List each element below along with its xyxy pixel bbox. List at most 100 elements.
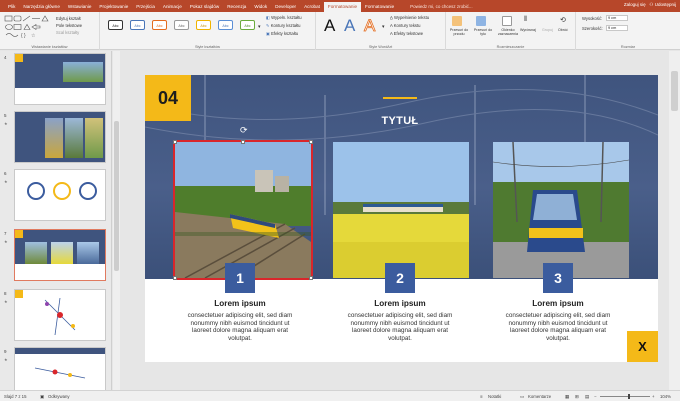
shape-style-swatch[interactable]: Abc <box>174 20 189 30</box>
wordart-style-outline[interactable]: A <box>364 16 376 36</box>
shape-style-swatch[interactable]: Abc <box>196 20 211 30</box>
tab-file[interactable]: Plik <box>4 2 19 12</box>
thumbnail-scroll-thumb[interactable] <box>114 121 119 271</box>
resize-handle[interactable] <box>309 276 313 280</box>
tab-animations[interactable]: Animacje <box>159 2 186 12</box>
share-icon: ⚇ <box>649 2 654 7</box>
slide-thumbnail-6[interactable] <box>14 169 106 221</box>
bring-forward-button[interactable]: Przesuń do przodu <box>448 28 470 36</box>
group-button[interactable]: Grupuj <box>542 28 553 32</box>
step-number-tile[interactable]: 2 <box>385 263 415 293</box>
notes-button[interactable]: Notatki <box>488 394 501 399</box>
language-indicator[interactable]: Odkrywany <box>48 394 70 399</box>
tell-me-search[interactable]: Powiedz mi, co chcesz zrobić... <box>410 2 473 12</box>
slide-thumbnail-9[interactable] <box>14 347 106 390</box>
shape-style-swatch[interactable]: Abc <box>152 20 167 30</box>
animation-star-icon: ★ <box>4 179 8 184</box>
share-button[interactable]: Udostępnij <box>655 2 676 7</box>
group-label-wordart: Style WordArt <box>368 45 393 49</box>
width-input[interactable]: 9 cm <box>606 25 628 31</box>
tab-developer[interactable]: Developer <box>271 2 300 12</box>
slide-vertical-scrollbar[interactable] <box>669 51 680 390</box>
slide-thumbnail-5[interactable] <box>14 111 106 163</box>
rotate-icon[interactable]: ⟲ <box>560 16 566 24</box>
slide-title[interactable]: TYTUŁ <box>345 115 455 127</box>
tab-home[interactable]: Narzędzia główne <box>19 2 64 12</box>
column-heading[interactable]: Lorem ipsum <box>165 299 315 308</box>
shape-fill-button[interactable]: ◧ Wypełn. kształtu <box>266 15 302 20</box>
resize-handle[interactable] <box>173 140 177 144</box>
photo-train-station[interactable] <box>493 142 629 278</box>
column-body-text[interactable]: consectetuer adipiscing elit, sed diam n… <box>165 312 315 342</box>
notes-icon[interactable]: ≡ <box>480 394 483 399</box>
text-outline-button[interactable]: A Kontury tekstu <box>390 23 421 28</box>
shape-style-swatch[interactable]: Abc <box>108 20 123 30</box>
height-input[interactable]: 9 cm <box>606 15 628 21</box>
step-number-tile[interactable]: 3 <box>543 263 573 293</box>
zoom-slider-thumb[interactable] <box>628 394 630 399</box>
styles-gallery-more-icon[interactable]: ▾ <box>258 24 261 30</box>
slide-scroll-thumb[interactable] <box>671 71 678 111</box>
column-heading[interactable]: Lorem ipsum <box>483 299 633 308</box>
text-effects-label: Efekty tekstowe <box>393 31 424 36</box>
text-fill-button[interactable]: A̲ Wypełnienie tekstu <box>390 15 429 20</box>
wordart-style-blue[interactable]: A <box>344 16 355 36</box>
text-effects-button[interactable]: A Efekty tekstowe <box>390 31 423 36</box>
zoom-in-icon[interactable]: + <box>652 394 655 399</box>
zoom-out-icon[interactable]: − <box>594 394 597 399</box>
text-box-button[interactable]: Pole tekstowe <box>56 23 82 28</box>
slide-thumbnail-4[interactable] <box>14 53 106 105</box>
column-body-text[interactable]: consectetuer adipiscing elit, sed diam n… <box>325 312 475 342</box>
wordart-gallery-more-icon[interactable]: ▾ <box>382 24 385 30</box>
zoom-slider[interactable] <box>600 396 650 397</box>
shape-style-swatch[interactable]: Abc <box>218 20 233 30</box>
selection-pane-icon[interactable] <box>502 16 512 26</box>
reading-view-icon[interactable]: ▤ <box>585 394 589 400</box>
spellcheck-icon[interactable]: ▣ <box>40 394 44 400</box>
shapes-gallery-icon[interactable]: { } ☆ <box>4 15 54 39</box>
shape-style-swatch[interactable]: Abc <box>130 20 145 30</box>
merge-shapes-button[interactable]: Scal kształty <box>56 30 79 35</box>
send-backward-button[interactable]: Przesuń do tyłu <box>472 28 494 36</box>
rotate-button[interactable]: Obróć <box>558 28 568 32</box>
tab-transitions[interactable]: Przejścia <box>132 2 159 12</box>
zoom-level[interactable]: 104% <box>660 394 671 399</box>
tab-insert[interactable]: Wstawianie <box>64 2 96 12</box>
send-backward-icon[interactable] <box>476 16 486 26</box>
shape-effects-button[interactable]: ▣ Efekty kształtu <box>266 31 298 36</box>
slide-thumbnail-7[interactable] <box>14 229 106 281</box>
step-number-tile[interactable]: 1 <box>225 263 255 293</box>
resize-handle[interactable] <box>241 140 245 144</box>
comments-icon[interactable]: ▭ <box>520 394 524 400</box>
close-x-badge[interactable]: X <box>627 331 658 362</box>
tab-design[interactable]: Projektowanie <box>95 2 132 12</box>
photo-train-tracks[interactable] <box>173 140 313 280</box>
bring-forward-icon[interactable] <box>452 16 462 26</box>
shape-style-swatch[interactable]: Abc <box>240 20 255 30</box>
normal-view-icon[interactable]: ▦ <box>565 394 569 400</box>
tab-format-picture[interactable]: Formatowanie <box>361 2 398 12</box>
shape-outline-button[interactable]: ✎ Kontury kształtu <box>266 23 300 28</box>
align-button[interactable]: Wyrównaj <box>520 28 536 32</box>
resize-handle[interactable] <box>173 276 177 280</box>
tab-view[interactable]: Widok <box>250 2 271 12</box>
tab-review[interactable]: Recenzja <box>223 2 250 12</box>
edit-shape-button[interactable]: Edytuj kształt <box>56 16 81 21</box>
sign-in-link[interactable]: Zaloguj się <box>624 2 646 7</box>
rotate-handle-icon[interactable]: ⟳ <box>240 125 248 136</box>
align-icon[interactable]: ⫴ <box>524 16 527 24</box>
tab-slideshow[interactable]: Pokaz slajdów <box>186 2 223 12</box>
slide-canvas[interactable]: 04 TYTUŁ ⟳ 1 2 3 Lorem ipsum consectetue… <box>145 75 658 362</box>
photo-rapeseed-field[interactable] <box>333 142 469 278</box>
comments-button[interactable]: Komentarze <box>528 394 551 399</box>
tab-acrobat[interactable]: Acrobat <box>300 2 324 12</box>
thumbnail-scrollbar[interactable] <box>113 51 120 390</box>
column-body-text[interactable]: consectetuer adipiscing elit, sed diam n… <box>483 312 633 342</box>
column-heading[interactable]: Lorem ipsum <box>325 299 475 308</box>
wordart-style-plain[interactable]: A <box>324 16 335 36</box>
slide-sorter-icon[interactable]: ⊞ <box>575 394 579 400</box>
resize-handle[interactable] <box>309 140 313 144</box>
selection-pane-button[interactable]: Okienko zaznaczenia <box>496 28 520 36</box>
slide-thumbnail-8[interactable] <box>14 289 106 341</box>
tab-format-drawing[interactable]: Formatowanie <box>323 2 362 12</box>
